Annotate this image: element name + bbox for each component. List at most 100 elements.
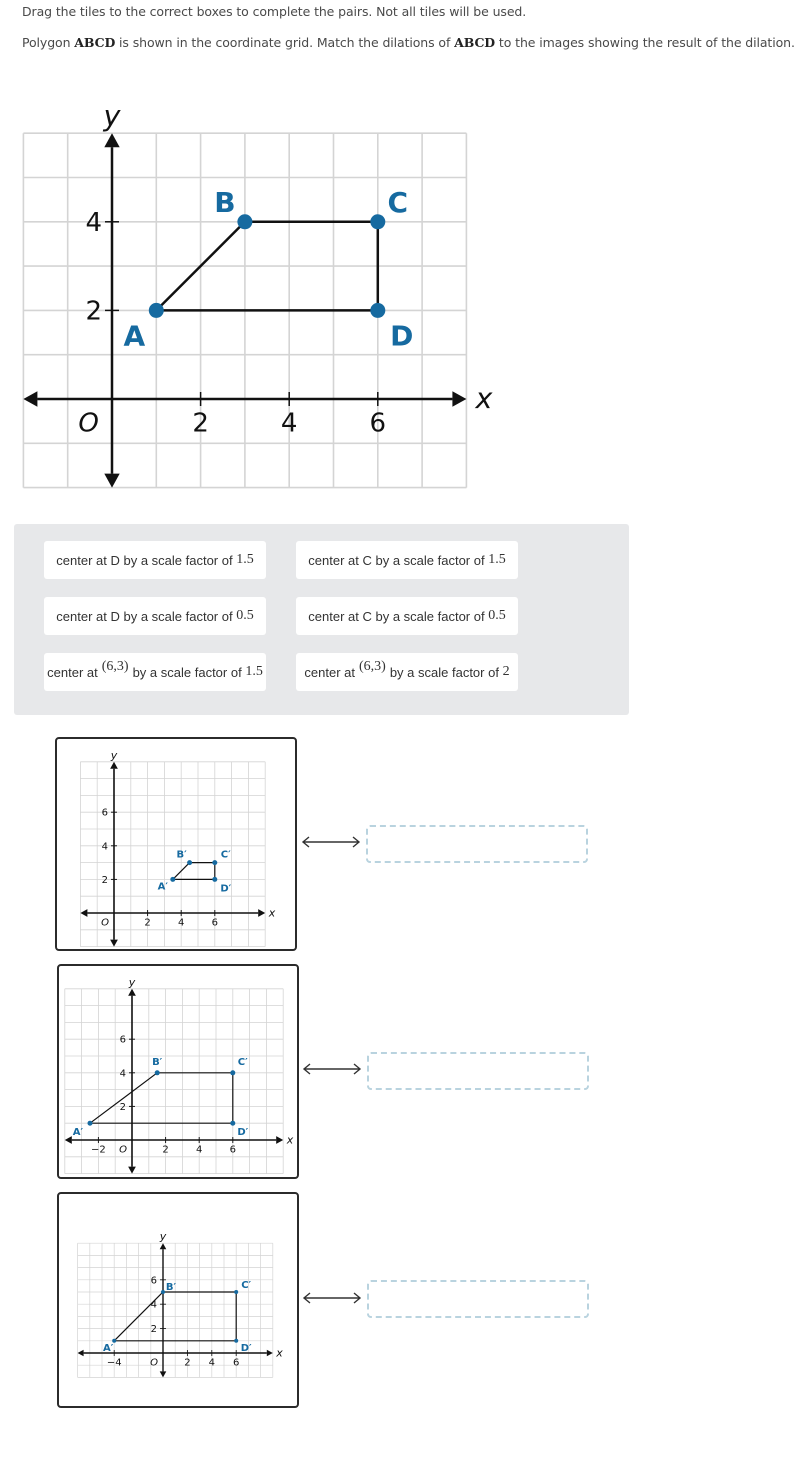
x-axis-arrow-right [452,391,467,407]
instruction-polygon: Polygon ABCD is shown in the coordinate … [22,35,795,50]
x-axis-arrow-left [64,1136,72,1144]
x-axis-arrow-right [258,909,266,917]
answer-image-3: x y O −4 2 4 6 2 4 6 A′ B′ C′ D′ [57,1192,299,1408]
tile-center-d-0-5[interactable]: center at D by a scale factor of 0.5 [44,597,266,635]
x-axis-label: x [275,1347,283,1360]
tile-text: center at [304,664,355,680]
x-axis-label: x [268,907,276,920]
point-label-b-prime: B′ [166,1282,177,1293]
tile-text: center at C by a scale factor of [308,608,485,624]
x-axis-arrow-left [23,391,38,407]
tile-center-6-3-1-5[interactable]: center at (6,3) by a scale factor of 1.5 [44,653,266,691]
point-label-b-prime: B′ [152,1057,163,1068]
answer-graph-1: x y O 2 4 6 2 4 6 A′ B′ C′ D′ [79,749,276,948]
x-tick-label: 2 [192,409,209,439]
x-tick-label: 6 [233,1358,239,1369]
y-tick-label: 6 [120,1035,126,1046]
y-axis-arrow-down [110,939,118,947]
point-a-prime [87,1120,93,1126]
x-tick-label: 6 [212,918,218,929]
double-arrow-icon [302,1292,362,1304]
y-tick-label: 2 [102,875,108,886]
y-axis-label: y [110,749,118,762]
point-d-prime [234,1338,239,1343]
x-axis-label: x [286,1134,294,1147]
point-label-d: D [390,319,413,352]
point-label-c-prime: C′ [238,1057,248,1068]
y-tick-label: 4 [102,841,108,852]
x-axis-arrow-right [266,1349,273,1357]
point-label-c-prime: C′ [241,1280,251,1291]
y-tick-label: 2 [85,297,102,327]
y-tick-label: 2 [151,1324,157,1335]
point-label-a: A [123,319,145,352]
x-tick-label: 4 [281,409,298,439]
tile-center-6-3-2[interactable]: center at (6,3) by a scale factor of 2 [296,653,518,691]
instruction-drag-tiles: Drag the tiles to the correct boxes to c… [22,4,527,19]
point-label-b: B [214,186,235,219]
point-d-prime [212,876,218,882]
y-axis-arrow-up [128,988,136,996]
x-axis-arrow-right [276,1136,284,1144]
x-tick-label: 4 [209,1358,215,1369]
point-label-d-prime: D′ [241,1343,252,1354]
tile-text: center at D by a scale factor of [56,608,233,624]
y-axis-arrow-up [104,133,120,148]
origin-label: O [101,918,109,929]
tile-number: 0.5 [236,608,254,623]
tile-number: 1.5 [245,664,263,679]
drop-box-1[interactable] [366,825,588,863]
x-axis-arrow-left [77,1349,84,1357]
point-d-prime [230,1120,236,1126]
main-coordinate-graph: x y O 2 4 6 2 4 A B C D [22,98,494,489]
x-tick-label: 2 [144,918,150,929]
y-tick-label: 4 [85,208,102,238]
polygon-name: ABCD [74,35,116,50]
y-tick-label: 2 [120,1102,126,1113]
point-label-a-prime: A′ [103,1343,114,1354]
tile-point: (6,3) [101,659,129,674]
tile-text: by a scale factor of [389,664,499,680]
x-axis-label: x [475,381,494,415]
point-b [237,214,253,230]
drop-box-3[interactable] [367,1280,589,1318]
point-label-a-prime: A′ [73,1127,84,1138]
point-label-d-prime: D′ [220,883,231,894]
x-tick-label: 2 [162,1145,168,1156]
y-axis-arrow-up [110,761,118,769]
point-c-prime [234,1290,239,1294]
tile-center-c-0-5[interactable]: center at C by a scale factor of 0.5 [296,597,518,635]
polygon-edges [171,861,216,880]
point-c-prime [230,1070,236,1076]
point-b-prime [154,1070,160,1076]
y-axis-arrow-down [159,1371,167,1378]
drop-box-2[interactable] [367,1052,589,1090]
tile-center-d-1-5[interactable]: center at D by a scale factor of 1.5 [44,541,266,579]
instruction-text-post: to the images showing the result of the … [495,35,795,50]
x-axis-arrow-left [80,909,88,917]
y-axis-label: y [103,98,122,132]
point-a [148,302,164,318]
polygon-name: ABCD [454,35,496,50]
x-tick-label: −4 [107,1358,122,1369]
point-c-prime [212,860,218,866]
tile-number: 2 [502,664,510,679]
tile-center-c-1-5[interactable]: center at C by a scale factor of 1.5 [296,541,518,579]
point-a-prime [170,876,176,882]
point-label-c-prime: C′ [221,850,231,861]
instruction-text-pre: Polygon [22,35,75,50]
origin-label: O [78,409,98,439]
y-tick-label: 6 [151,1275,157,1286]
x-tick-label: 2 [184,1358,190,1369]
tile-text: center at C by a scale factor of [308,552,485,568]
tile-number: 0.5 [488,608,506,623]
double-arrow-icon [301,836,361,848]
y-axis-arrow-down [104,473,120,488]
answer-image-1: x y O 2 4 6 2 4 6 A′ B′ C′ D′ [55,737,297,951]
y-axis-arrow-up [159,1243,167,1250]
tile-text: center at D by a scale factor of [56,552,233,568]
tile-number: 1.5 [488,552,506,567]
y-tick-label: 4 [120,1068,126,1079]
x-tick-label: 4 [178,918,184,929]
polygon-edges [88,1072,234,1124]
